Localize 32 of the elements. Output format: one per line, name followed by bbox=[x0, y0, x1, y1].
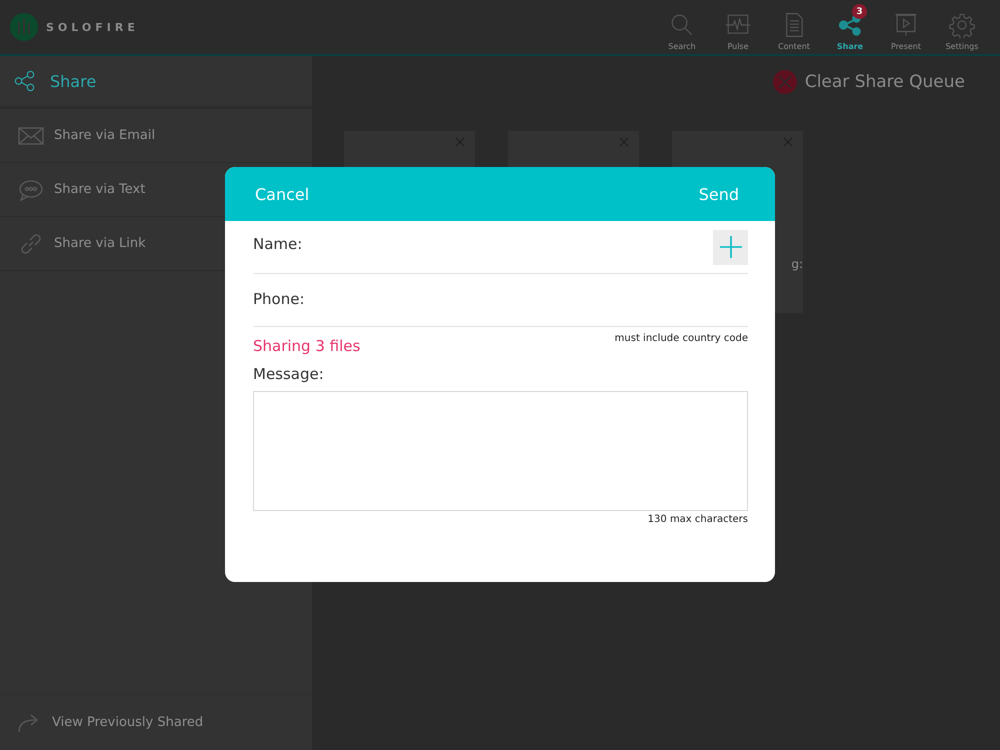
send-button[interactable]: Send bbox=[698, 184, 739, 204]
sidebar-title: Share bbox=[50, 72, 96, 90]
logo-text: SOLOFIRE bbox=[46, 20, 139, 34]
card-text: g: bbox=[791, 257, 803, 271]
name-field[interactable]: Name: bbox=[253, 221, 748, 274]
clear-queue-button[interactable]: Clear Share Queue bbox=[772, 70, 965, 94]
close-icon[interactable] bbox=[783, 137, 793, 147]
message-field[interactable] bbox=[253, 391, 748, 511]
settings-icon bbox=[949, 12, 975, 38]
nav-tab[interactable]: Pulse bbox=[710, 0, 766, 54]
presentation-icon bbox=[893, 12, 919, 38]
cancel-button[interactable]: Cancel bbox=[255, 184, 310, 204]
nav-tab[interactable]: Settings bbox=[934, 0, 990, 54]
sidebar-item[interactable]: Share via Email bbox=[0, 109, 312, 163]
close-icon[interactable] bbox=[455, 137, 465, 147]
phone-field[interactable]: Phone: bbox=[253, 274, 748, 327]
sharing-count: Sharing 3 files bbox=[253, 337, 360, 355]
count-badge: 3 bbox=[852, 4, 867, 19]
phone-hint: must include country code bbox=[614, 333, 748, 344]
nav-tab[interactable]: Content bbox=[766, 0, 822, 54]
share-icon bbox=[14, 70, 36, 92]
nav-tab[interactable]: Present bbox=[878, 0, 934, 54]
add-contact-button[interactable] bbox=[713, 230, 748, 264]
search-icon bbox=[669, 12, 695, 38]
nav-tab[interactable]: Search bbox=[654, 0, 710, 54]
nav-tab[interactable]: 3 Share bbox=[822, 0, 878, 54]
sidebar-footer-item[interactable]: View Previously Shared bbox=[0, 694, 312, 750]
message-label: Message: bbox=[253, 365, 325, 383]
close-icon[interactable] bbox=[619, 137, 629, 147]
character-limit-hint: 130 max characters bbox=[648, 514, 748, 525]
logo-icon bbox=[10, 13, 38, 41]
close-icon bbox=[772, 70, 797, 94]
